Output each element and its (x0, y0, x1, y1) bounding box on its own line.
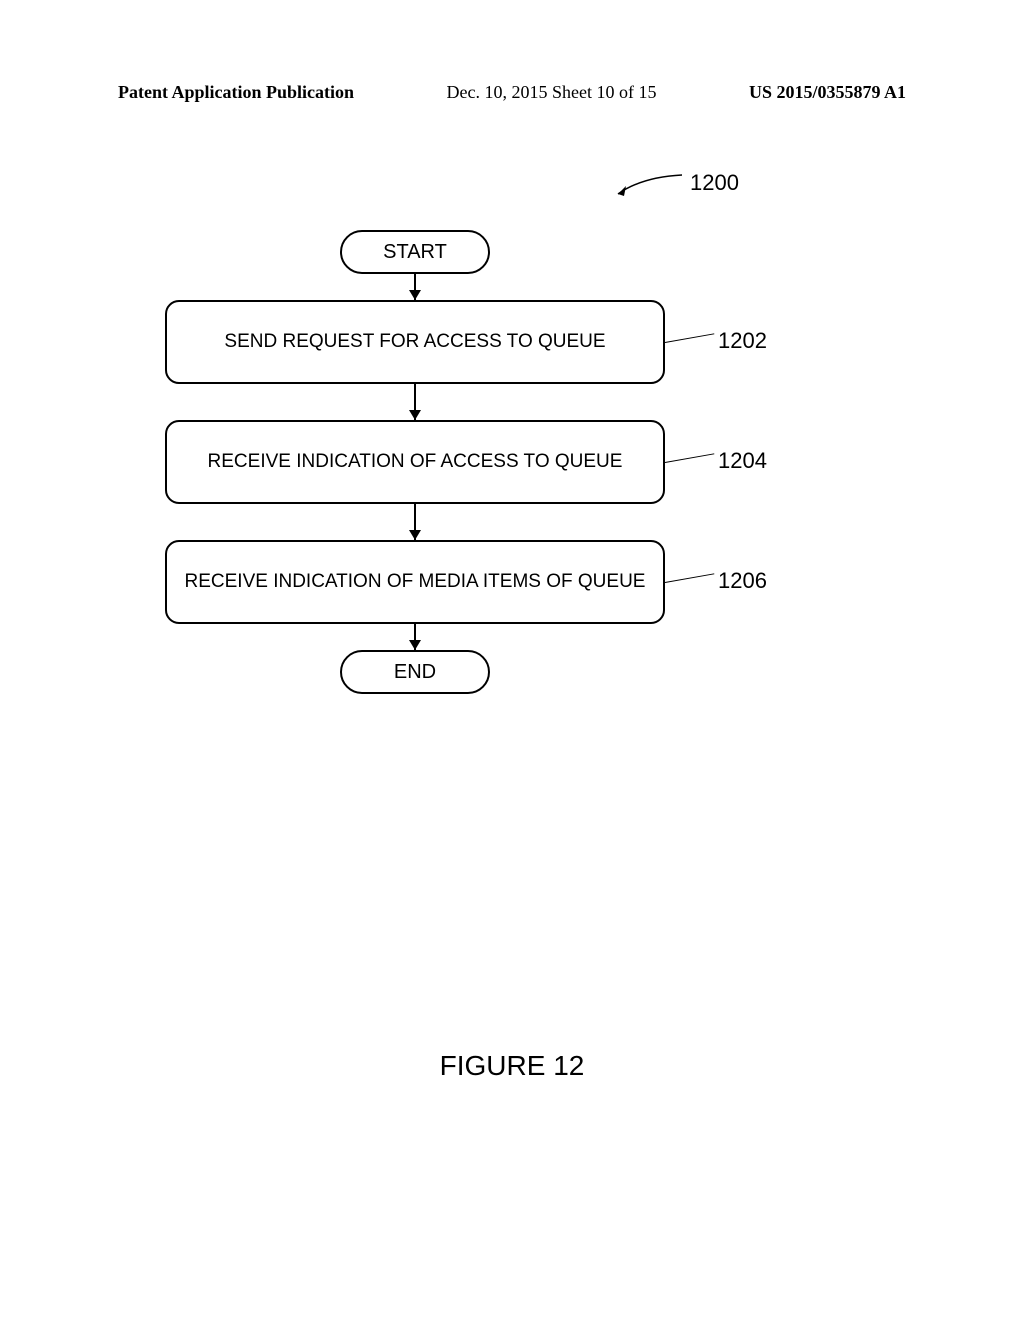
header-date-sheet: Dec. 10, 2015 Sheet 10 of 15 (447, 82, 657, 103)
arrowhead-icon (409, 410, 421, 420)
header-publication: Patent Application Publication (118, 82, 354, 103)
process-step-2: RECEIVE INDICATION OF ACCESS TO QUEUE (165, 420, 665, 504)
lead-line (665, 333, 714, 343)
lead-line (665, 453, 714, 463)
figure-label: FIGURE 12 (0, 1050, 1024, 1082)
lead-line (665, 573, 714, 583)
end-terminator: END (340, 650, 490, 694)
arrowhead-icon (409, 530, 421, 540)
step-ref-1: 1202 (718, 328, 767, 354)
process-step-3: RECEIVE INDICATION OF MEDIA ITEMS OF QUE… (165, 540, 665, 624)
page-header: Patent Application Publication Dec. 10, … (118, 82, 906, 103)
reference-arrow-icon (612, 172, 682, 202)
process-step-1: SEND REQUEST FOR ACCESS TO QUEUE (165, 300, 665, 384)
header-pub-number: US 2015/0355879 A1 (749, 82, 906, 103)
flowchart-ref-label: 1200 (690, 170, 739, 196)
arrowhead-icon (409, 290, 421, 300)
start-terminator: START (340, 230, 490, 274)
step-ref-2: 1204 (718, 448, 767, 474)
arrowhead-icon (409, 640, 421, 650)
step-ref-3: 1206 (718, 568, 767, 594)
